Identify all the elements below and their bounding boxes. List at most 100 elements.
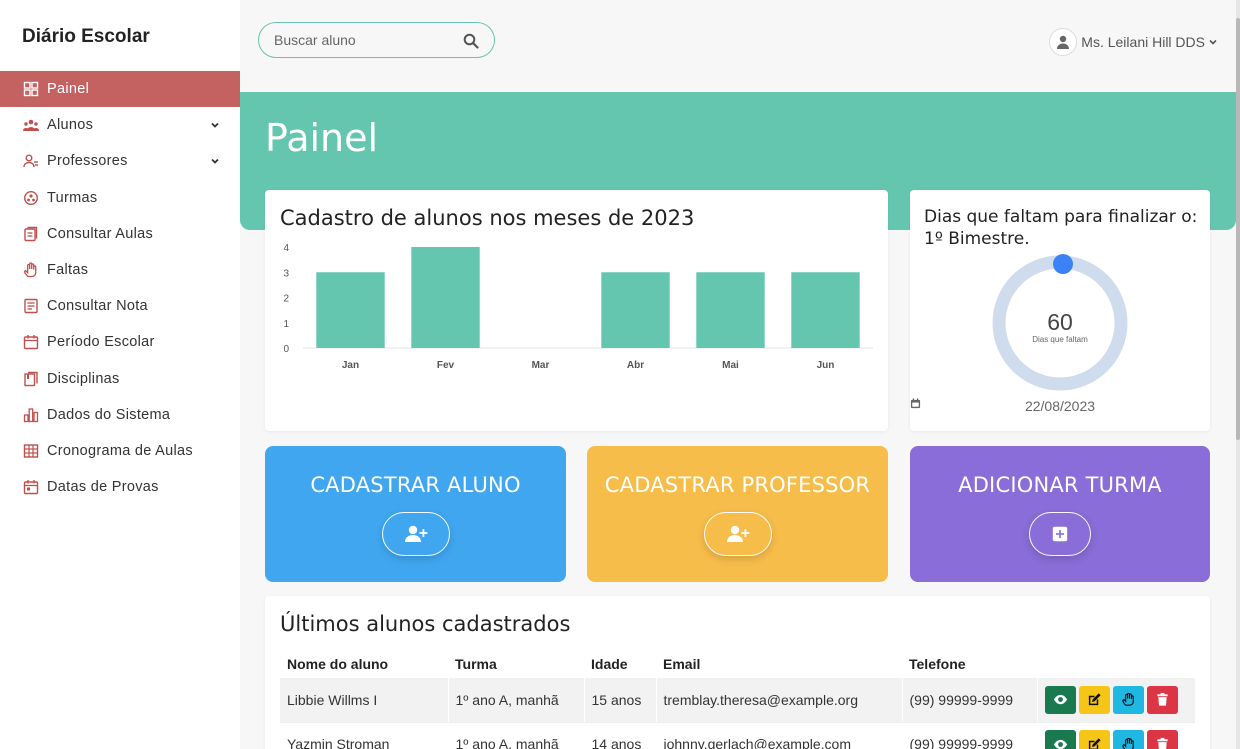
x-tick-label: Jun — [817, 360, 835, 371]
chevron-down-icon[interactable] — [210, 156, 220, 166]
sidebar-item-label: Consultar Aulas — [47, 225, 154, 242]
cell-actions — [1037, 678, 1195, 723]
user-icon — [1057, 35, 1070, 49]
absence-button[interactable] — [1112, 730, 1144, 749]
col-header: Nome do aluno — [287, 656, 389, 672]
search-box — [258, 22, 495, 58]
sidebar-item-label: Faltas — [47, 262, 89, 279]
sidebar-item-consultar-aulas[interactable]: Consultar Aulas — [0, 216, 240, 252]
sidebar-item-label: Professores — [47, 153, 128, 170]
sidebar-item-label: Turmas — [47, 189, 98, 206]
sidebar-item-painel[interactable]: Painel — [0, 71, 240, 108]
chevron-down-icon[interactable] — [1208, 37, 1218, 47]
sidebar-item-cronograma-de-aulas[interactable]: Cronograma de Aulas — [0, 433, 240, 469]
users-icon — [22, 116, 40, 134]
students-table: Nome do aluno Turma Idade Email Telefone… — [280, 650, 1195, 749]
edit-button[interactable] — [1078, 730, 1110, 749]
sidebar-nav: Painel Alunos Professores Turmas Consultar A… — [0, 71, 240, 505]
calendar-icon — [22, 333, 40, 351]
add-class-button[interactable] — [1029, 512, 1091, 556]
sidebar-item-disciplinas[interactable]: Disciplinas — [0, 361, 240, 397]
cell-class: 1º ano A, manhã — [448, 678, 585, 723]
cell-phone: (99) 99999-9999 — [902, 678, 1038, 723]
y-tick-label: 0 — [283, 344, 289, 355]
user-plus-icon — [726, 525, 749, 542]
sidebar-item-faltas[interactable]: Faltas — [0, 252, 240, 288]
table-title: Últimos alunos cadastrados — [280, 612, 571, 636]
sidebar: Diário Escolar Painel Alunos Professores Tu… — [0, 0, 240, 749]
class-icon — [22, 189, 40, 207]
edit-button[interactable] — [1078, 685, 1110, 714]
col-header: Email — [663, 656, 701, 672]
sidebar-item-periodo-escolar[interactable]: Período Escolar — [0, 324, 240, 360]
chevron-down-icon[interactable] — [210, 120, 220, 130]
hand-icon — [22, 261, 40, 279]
bar-mai[interactable] — [696, 272, 765, 348]
lessons-icon — [22, 225, 40, 243]
register-teacher-button[interactable] — [703, 512, 772, 556]
col-header-actions — [1037, 650, 1195, 678]
calendar-day-icon — [22, 478, 40, 496]
calendar-icon — [910, 398, 921, 409]
cell-age: 14 anos — [584, 722, 657, 749]
y-tick-label: 4 — [283, 243, 289, 254]
trash-icon — [1156, 737, 1168, 749]
table-header-row: Nome do aluno Turma Idade Email Telefone — [280, 650, 1195, 678]
delete-button[interactable] — [1146, 685, 1178, 714]
cell-age: 15 anos — [584, 678, 657, 723]
days-donut: 60 Dias que faltam — [992, 254, 1128, 391]
sidebar-item-label: Datas de Provas — [47, 479, 159, 496]
scrollbar-thumb[interactable] — [1236, 18, 1240, 440]
register-teacher-title: CADASTRAR PROFESSOR — [604, 473, 871, 497]
table-row: Libbie Willms I 1º ano A, manhã 15 anos … — [280, 678, 1195, 723]
bar-fev[interactable] — [411, 247, 480, 348]
dashboard-icon — [22, 80, 40, 98]
avatar[interactable] — [1049, 28, 1078, 56]
top-bar: Ms. Leilani Hill DDS — [240, 0, 1236, 92]
brand-title: Diário Escolar — [22, 26, 150, 47]
recent-students-card: Últimos alunos cadastrados Nome do aluno… — [265, 596, 1210, 749]
col-header: Turma — [455, 656, 497, 672]
cell-actions — [1037, 722, 1195, 749]
edit-icon — [1088, 693, 1101, 706]
add-class-card: ADICIONAR TURMA — [910, 446, 1210, 582]
x-tick-label: Mar — [532, 360, 550, 371]
sidebar-item-alunos[interactable]: Alunos — [0, 107, 240, 143]
chart-icon — [22, 406, 40, 424]
sidebar-item-dados-do-sistema[interactable]: Dados do Sistema — [0, 397, 240, 433]
edit-icon — [1088, 737, 1101, 749]
plus-square-icon — [1052, 526, 1068, 542]
sidebar-item-label: Período Escolar — [47, 334, 155, 351]
view-button[interactable] — [1044, 685, 1076, 714]
sidebar-item-consultar-nota[interactable]: Consultar Nota — [0, 288, 240, 324]
col-header: Idade — [591, 656, 628, 672]
x-tick-label: Mai — [722, 360, 739, 371]
user-name[interactable]: Ms. Leilani Hill DDS — [1081, 34, 1205, 50]
sidebar-item-professores[interactable]: Professores — [0, 143, 240, 179]
page-scrollbar[interactable] — [1236, 0, 1240, 749]
x-tick-label: Jan — [342, 360, 359, 371]
bar-jun[interactable] — [791, 272, 860, 348]
end-date: 22/08/2023 — [910, 398, 1210, 414]
cell-class: 1º ano A, manhã — [448, 722, 585, 749]
search-input[interactable] — [259, 23, 449, 57]
user-menu[interactable]: Ms. Leilani Hill DDS — [1049, 28, 1218, 56]
eye-icon — [1053, 695, 1067, 705]
sidebar-item-turmas[interactable]: Turmas — [0, 180, 240, 216]
cell-name: Yazmin Stroman — [280, 722, 449, 749]
cell-email: tremblay.theresa@example.org — [656, 678, 903, 723]
register-student-button[interactable] — [381, 512, 450, 556]
grade-icon — [22, 297, 40, 315]
x-tick-label: Fev — [437, 360, 455, 371]
bar-jan[interactable] — [316, 272, 385, 348]
days-label: Dias que faltam — [1032, 335, 1088, 344]
absence-button[interactable] — [1112, 685, 1144, 714]
search-icon[interactable] — [463, 33, 479, 49]
y-tick-label: 2 — [283, 294, 289, 305]
delete-button[interactable] — [1146, 730, 1178, 749]
sidebar-item-datas-de-provas[interactable]: Datas de Provas — [0, 469, 240, 505]
bar-chart: 0 1 2 3 4 Jan Fev Mar Abr Mai Jun — [283, 243, 873, 371]
view-button[interactable] — [1044, 730, 1076, 749]
end-date-text: 22/08/2023 — [1024, 398, 1096, 414]
bar-abr[interactable] — [601, 272, 670, 348]
